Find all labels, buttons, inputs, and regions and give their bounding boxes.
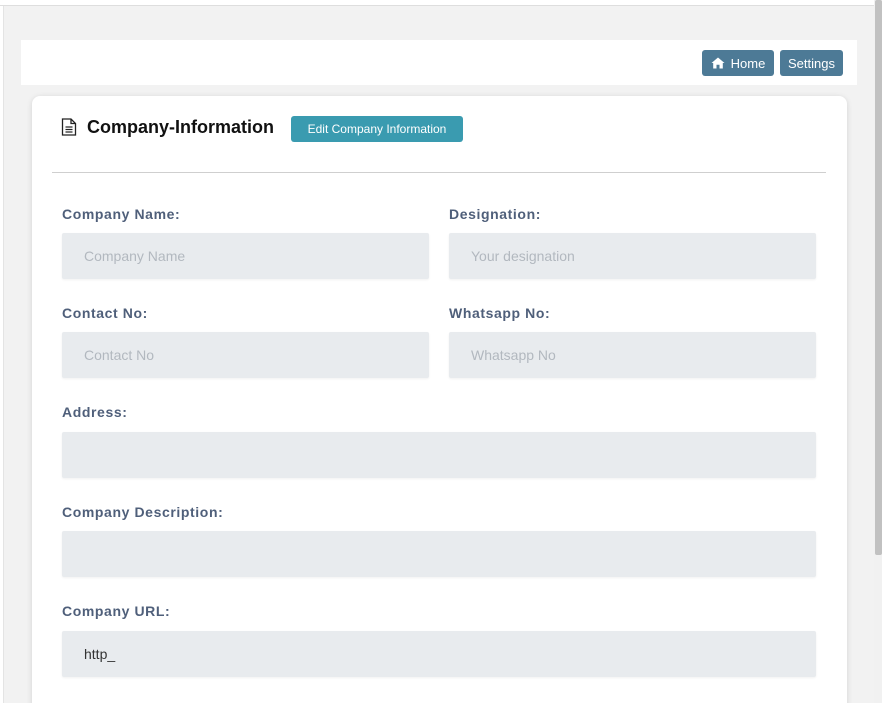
page-title: Company-Information bbox=[87, 117, 274, 137]
whatsapp-no-label: Whatsapp No: bbox=[449, 305, 551, 321]
company-description-label: Company Description: bbox=[62, 504, 224, 520]
whatsapp-no-input[interactable] bbox=[449, 332, 816, 378]
company-url-input[interactable] bbox=[62, 631, 816, 677]
home-icon bbox=[711, 57, 725, 69]
contact-no-label: Contact No: bbox=[62, 305, 148, 321]
address-label: Address: bbox=[62, 404, 128, 420]
scrollbar-thumb[interactable] bbox=[875, 0, 882, 555]
company-url-label: Company URL: bbox=[62, 603, 171, 619]
settings-button[interactable]: Settings bbox=[780, 50, 843, 76]
company-description-input[interactable] bbox=[62, 531, 816, 577]
top-bar bbox=[0, 0, 874, 6]
edit-company-information-button[interactable]: Edit Company Information bbox=[291, 116, 463, 142]
company-name-input[interactable] bbox=[62, 233, 429, 279]
designation-input[interactable] bbox=[449, 233, 816, 279]
address-input[interactable] bbox=[62, 432, 816, 478]
divider bbox=[52, 172, 826, 173]
settings-button-label: Settings bbox=[788, 55, 835, 71]
document-icon bbox=[61, 118, 77, 136]
home-button-label: Home bbox=[730, 55, 766, 71]
left-rail bbox=[0, 6, 4, 703]
company-name-label: Company Name: bbox=[62, 206, 181, 222]
designation-label: Designation: bbox=[449, 206, 541, 222]
contact-no-input[interactable] bbox=[62, 332, 429, 378]
home-button[interactable]: Home bbox=[702, 50, 774, 76]
